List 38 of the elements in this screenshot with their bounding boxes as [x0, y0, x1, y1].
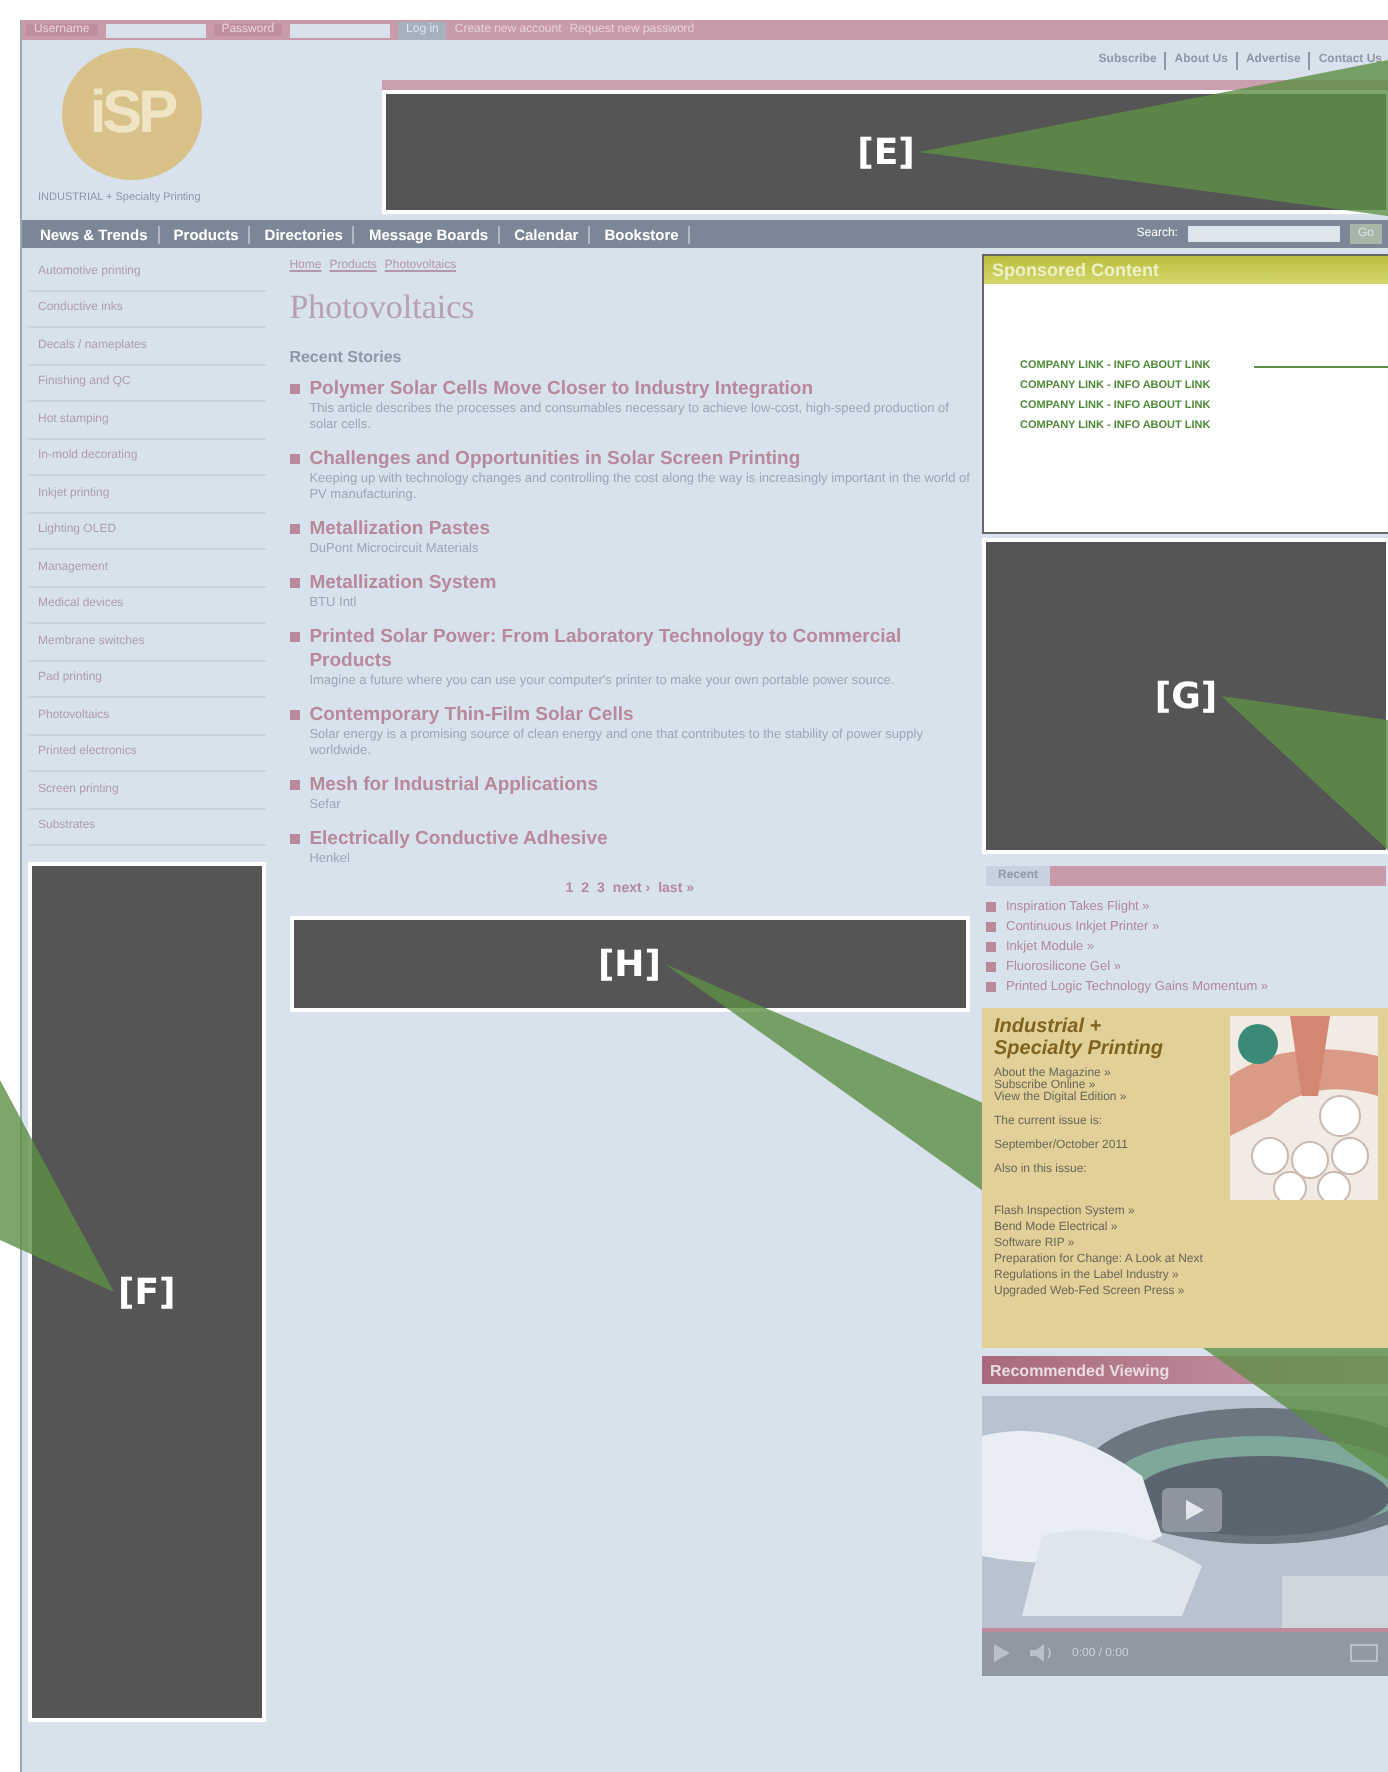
story-link[interactable]: Electrically Conductive Adhesive	[309, 828, 608, 852]
fullscreen-icon	[1350, 1644, 1378, 1662]
bullet-icon	[986, 921, 996, 931]
bullet-icon	[986, 981, 996, 991]
story-link[interactable]: Contemporary Thin-Film Solar Cells	[309, 704, 970, 728]
logo[interactable]: iSP	[62, 48, 202, 180]
bullet-icon	[289, 710, 300, 720]
bullet-icon	[986, 941, 996, 951]
story-link[interactable]: Printed Solar Power: From Laboratory Technology to Commercial Products	[309, 626, 970, 674]
play-icon	[994, 1644, 1010, 1662]
magazine-title: Industrial + Specialty Printing	[994, 1016, 1165, 1060]
story-link[interactable]: Polymer Solar Cells Move Closer to Industry Integration	[309, 378, 970, 402]
annotation-label: [H]	[597, 943, 661, 985]
story-link[interactable]: Metallization Pastes	[309, 518, 490, 542]
annotation-label: [G]	[1154, 675, 1218, 717]
panel-title: Recommended Viewing	[990, 1361, 1170, 1379]
bullet-icon	[289, 578, 300, 588]
bullet-icon	[986, 961, 996, 971]
page-title: Photovoltaics	[289, 288, 477, 328]
annotation-label: [F]	[117, 1271, 176, 1313]
story-link[interactable]: Challenges and Opportunities in Solar Screen Printing	[309, 448, 970, 472]
section-heading: Recent Stories	[289, 348, 404, 366]
story-link[interactable]: Metallization System	[309, 572, 497, 596]
volume-icon	[1030, 1644, 1052, 1662]
story-link[interactable]: Mesh for Industrial Applications	[309, 774, 598, 798]
bullet-icon	[986, 901, 996, 911]
bullet-icon	[289, 632, 300, 642]
bullet-icon	[289, 384, 300, 394]
username-field[interactable]	[105, 23, 206, 37]
panel-title: Sponsored Content	[984, 256, 1388, 284]
password-field[interactable]	[290, 23, 391, 37]
bullet-icon	[289, 454, 300, 464]
annotation-label: [E]	[857, 131, 915, 173]
bullet-icon	[289, 834, 300, 844]
leader-line	[1254, 365, 1388, 367]
search-field[interactable]	[1187, 226, 1340, 242]
bullet-icon	[289, 780, 300, 790]
bullet-icon	[289, 524, 300, 534]
